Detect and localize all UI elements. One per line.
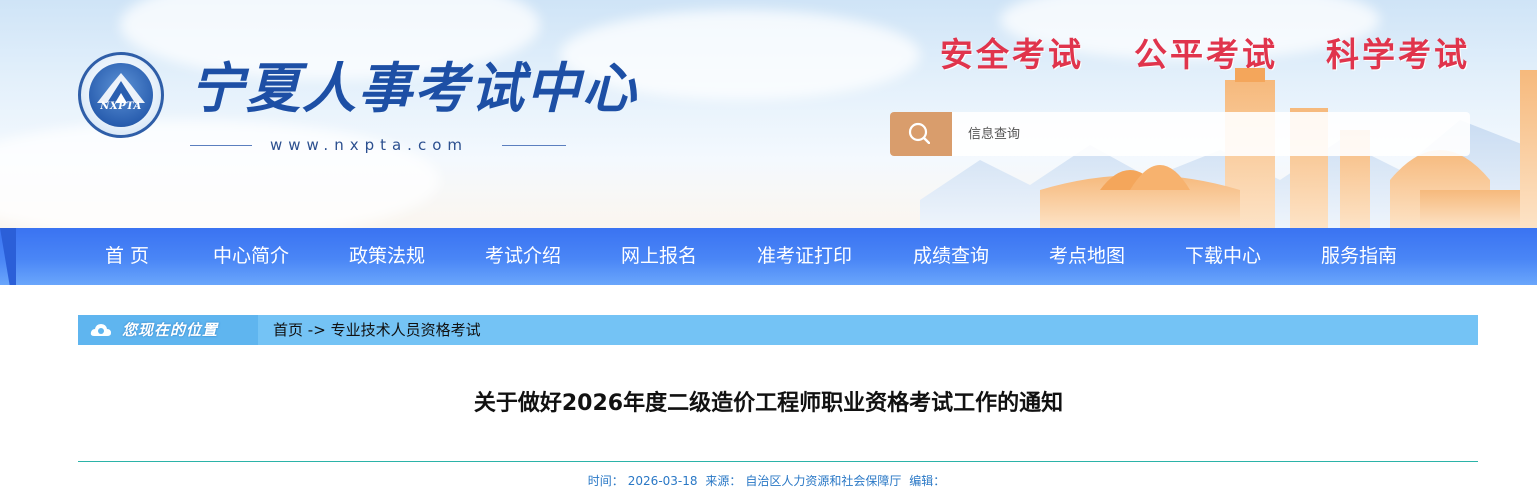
breadcrumb-home-link[interactable]: 首页 <box>273 321 303 339</box>
nav-item-admission-ticket[interactable]: 准考证打印 <box>757 228 852 285</box>
meta-time-value: 2026-03-18 <box>627 474 698 488</box>
logo-emblem: NXPTA <box>89 63 153 127</box>
meta-source-value: 自治区人力资源和社会保障厅 <box>745 474 902 488</box>
search-icon <box>908 122 930 144</box>
site-url: www.nxpta.com <box>270 136 468 154</box>
logo-text: NXPTA <box>100 101 142 112</box>
search-button[interactable] <box>890 112 952 156</box>
article-title: 关于做好2026年度二级造价工程师职业资格考试工作的通知 <box>473 391 1064 416</box>
meta-source-label: 来源： <box>705 474 742 488</box>
header-banner: NXPTA 宁夏人事考试中心 www.nxpta.com 安全考试 公平考试 科… <box>0 0 1537 228</box>
breadcrumb: 您现在的位置 首页 -> 专业技术人员资格考试 <box>78 315 1478 345</box>
nav-item-policy[interactable]: 政策法规 <box>349 228 425 285</box>
breadcrumb-label: 您现在的位置 <box>122 321 219 339</box>
meta-time-label: 时间： <box>587 474 624 488</box>
search-box <box>890 112 1470 156</box>
main-nav: 首 页 中心简介 政策法规 考试介绍 网上报名 准考证打印 成绩查询 考点地图 … <box>0 228 1537 285</box>
breadcrumb-tag: 您现在的位置 <box>78 315 258 345</box>
nav-item-about[interactable]: 中心简介 <box>213 228 289 285</box>
nav-item-service-guide[interactable]: 服务指南 <box>1321 228 1397 285</box>
cloud-icon <box>90 324 111 336</box>
search-input[interactable] <box>952 112 1452 156</box>
article-meta: 时间： 2026-03-18 来源： 自治区人力资源和社会保障厅 编辑： <box>0 472 1537 489</box>
title-divider <box>78 461 1478 462</box>
site-title: 宁夏人事考试中心 <box>190 56 638 120</box>
logo-mountain-icon <box>97 73 145 103</box>
meta-editor-label: 编辑： <box>909 474 946 488</box>
nav-item-downloads[interactable]: 下载中心 <box>1185 228 1261 285</box>
breadcrumb-path: 首页 -> 专业技术人员资格考试 <box>273 315 481 345</box>
nav-item-score-query[interactable]: 成绩查询 <box>913 228 989 285</box>
breadcrumb-current-link[interactable]: 专业技术人员资格考试 <box>331 321 481 339</box>
nav-item-registration[interactable]: 网上报名 <box>621 228 697 285</box>
url-divider <box>502 145 566 146</box>
breadcrumb-separator: -> <box>307 321 326 339</box>
nav-item-venue-map[interactable]: 考点地图 <box>1049 228 1125 285</box>
nav-item-home[interactable]: 首 页 <box>105 228 149 285</box>
url-divider <box>190 145 252 146</box>
nav-item-exam-intro[interactable]: 考试介绍 <box>485 228 561 285</box>
site-logo[interactable]: NXPTA <box>78 52 164 138</box>
